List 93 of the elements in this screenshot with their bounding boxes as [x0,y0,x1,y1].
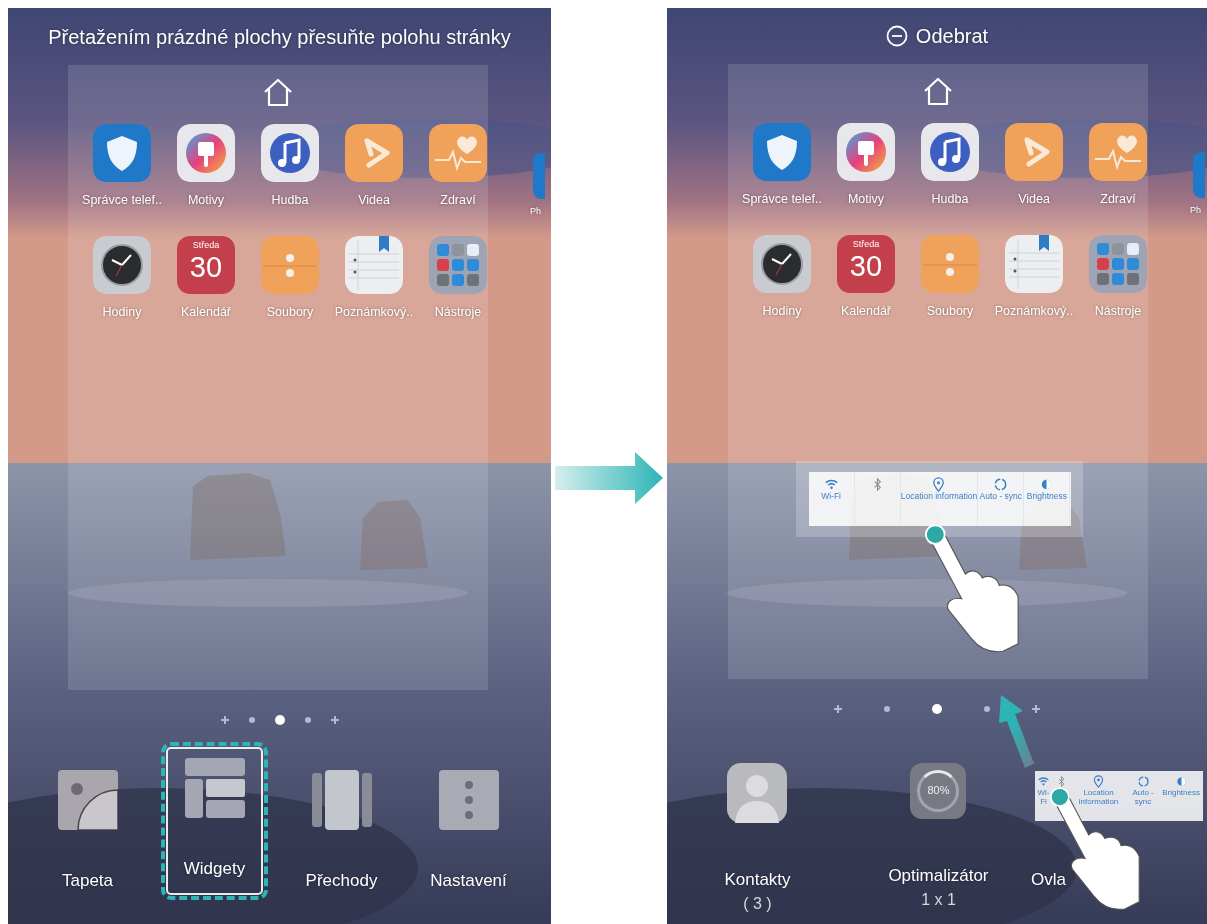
arrow-icon [998,694,1035,768]
percent-label: 80% [927,783,950,799]
app-label: Správce telef.. [742,191,822,209]
add-page-icon[interactable] [220,716,229,724]
home-icon[interactable] [262,77,294,107]
page-dot[interactable] [246,715,257,725]
heart-pulse-icon[interactable] [1089,123,1147,182]
location-pin-icon[interactable] [931,476,947,492]
app-label: Správce telef.. [82,192,162,209]
notepad-icon[interactable] [1005,234,1063,293]
wifi-icon[interactable] [1037,774,1051,788]
shield-icon[interactable] [93,124,151,182]
app-label: Poznámkový.. [994,302,1074,320]
app-label: Soubory [266,303,314,321]
page-dot[interactable] [932,703,942,714]
heart-pulse-icon[interactable] [429,124,487,182]
page-dot[interactable] [982,703,992,714]
app-label: Hodiny [102,303,142,321]
clock-icon[interactable] [753,234,811,293]
menu-sublabel: ( 3 ) [743,894,772,914]
calendar-date: 30 [189,252,223,282]
app-label: Videa [1018,191,1050,209]
calendar-icon[interactable]: Středa 30 [837,234,895,293]
app-label: Zdraví [1100,191,1136,209]
music-note-icon[interactable] [921,123,979,182]
app-label: Nástroje [434,303,482,321]
tile-label: Wi-Fi [821,491,841,502]
hint-text: Přetažením prázdné plochy přesuňte polohu stránky [48,24,511,50]
menu-label: Přechody [305,870,378,892]
app-label: Hudba [271,192,309,209]
app-label: Hodiny [762,302,802,320]
sync-icon[interactable] [993,476,1009,492]
tile-label: Wi-Fi [1036,787,1051,806]
notepad-icon[interactable] [345,235,403,294]
menu-label: Kontakty [724,868,791,891]
sync-icon[interactable] [1136,774,1150,788]
page-dot[interactable] [882,703,892,714]
app-label: Soubory [926,302,974,320]
home-icon[interactable] [922,76,954,107]
pointing-hand-icon [924,524,1019,653]
page-dot[interactable] [274,715,285,725]
app-label: Videa [358,192,390,209]
music-note-icon[interactable] [261,124,319,182]
shield-icon[interactable] [753,123,811,182]
remove-icon[interactable] [885,25,908,48]
app-label: Nástroje [1094,302,1142,320]
menu-sublabel: 1 x 1 [921,890,956,910]
quick-settings-widget[interactable]: Wi-Fi Location information Auto - sync Brightness [808,471,1071,526]
menu-label: Widgety [183,858,246,880]
play-icon[interactable] [1005,123,1063,182]
brush-icon[interactable] [837,123,895,182]
app-label: Kalendář [180,303,231,321]
add-page-icon[interactable] [834,704,842,713]
contact-icon[interactable] [727,762,788,823]
play-icon[interactable] [345,124,403,182]
tile-label: Brightness [1162,787,1200,797]
app-label: Zdraví [440,192,476,209]
tile-label: Location information [1077,787,1120,806]
location-pin-icon[interactable] [1092,774,1106,788]
tile-label: Auto - sync [1131,787,1155,806]
add-page-icon[interactable] [1032,704,1040,713]
calendar-day: Středa [852,239,880,249]
folder-icon[interactable] [1089,234,1147,293]
calendar-day: Středa [192,240,220,250]
remove-label: Odebrat [915,24,989,50]
brightness-icon[interactable] [1174,774,1188,788]
app-label: Ph [530,205,542,218]
brush-icon[interactable] [177,124,235,182]
app-label: Hudba [931,191,969,209]
menu-label: Tapeta [61,870,113,892]
calendar-date: 30 [849,251,883,281]
settings-icon[interactable] [438,770,499,830]
app-label: Motivy [847,191,885,209]
widgets-icon[interactable] [184,758,245,818]
transitions-icon[interactable] [311,770,372,830]
widget-label: Ovla [1030,868,1066,891]
app-label: Kalendář [840,302,891,320]
app-label: Ph [1190,204,1202,218]
optimizer-icon[interactable]: 80% [910,762,967,819]
menu-label: Nastavení [430,870,507,892]
tile-label: Auto - sync [979,491,1023,502]
page-dot[interactable] [302,715,313,725]
folder-icon[interactable] [429,235,487,294]
add-page-icon[interactable] [330,716,339,724]
app-label: Poznámkový.. [334,303,414,321]
wallpaper-icon[interactable] [57,770,118,830]
tile-label: Location information [900,491,978,502]
arrow-icon [555,452,663,504]
tile-label: Brightness [1026,491,1067,502]
clock-icon[interactable] [93,235,151,294]
menu-label: Optimalizátor [888,864,989,887]
app-label: Motivy [187,192,225,209]
calendar-icon[interactable]: Středa 30 [177,235,235,294]
